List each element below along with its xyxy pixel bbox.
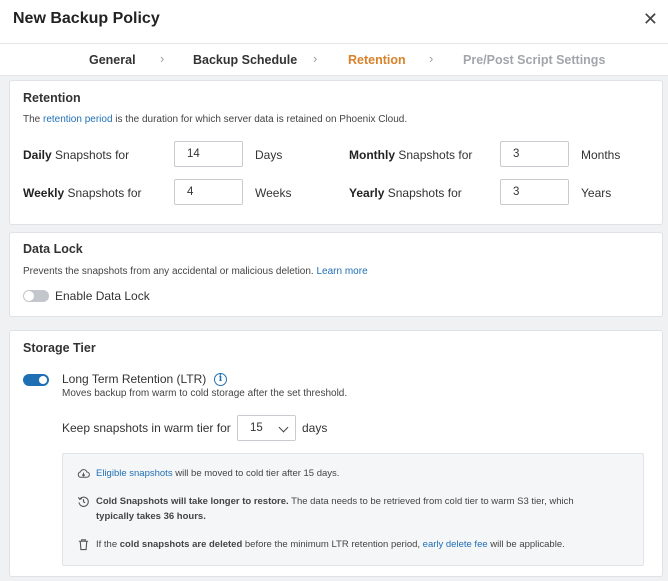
eligible-snapshots-link[interactable]: Eligible snapshots (96, 468, 173, 479)
note3-suffix: will be applicable. (490, 539, 565, 550)
monthly-bold: Monthly (349, 148, 395, 162)
chevron-right-icon: › (160, 51, 165, 66)
note2-text: The data needs to be retrieved from cold… (291, 496, 574, 507)
warm-tier-days-select[interactable]: 15 (237, 415, 296, 441)
cloud-download-icon (77, 469, 90, 478)
retention-title: Retention (23, 91, 81, 105)
ltr-toggle[interactable] (23, 374, 49, 386)
step-general[interactable]: General (89, 53, 136, 67)
step-retention[interactable]: Retention (348, 53, 406, 67)
desc-suffix: is the duration for which server data is… (115, 114, 408, 125)
data-lock-description: Prevents the snapshots from any accident… (23, 266, 368, 277)
dialog-header: New Backup Policy ✕ (0, 0, 668, 44)
data-lock-title: Data Lock (23, 242, 83, 256)
ltr-info-box: Eligible snapshots will be moved to cold… (62, 453, 644, 566)
weekly-unit: Weeks (255, 186, 292, 200)
daily-snapshots-input[interactable]: 14 (174, 141, 243, 167)
chevron-down-icon (278, 422, 289, 433)
desc-prefix: The (23, 114, 41, 125)
monthly-label: Monthly Snapshots for (349, 148, 472, 162)
warm-tier-label: Keep snapshots in warm tier for (62, 421, 231, 435)
weekly-bold: Weekly (23, 186, 65, 200)
ltr-description: Moves backup from warm to cold storage a… (62, 388, 348, 399)
trash-icon (78, 539, 89, 551)
data-lock-toggle-label: Enable Data Lock (55, 289, 150, 303)
storage-tier-title: Storage Tier (23, 341, 96, 355)
yearly-text: Snapshots for (387, 186, 462, 200)
chevron-right-icon: › (429, 51, 434, 66)
retention-description: The retention period is the duration for… (23, 114, 407, 125)
note-eligible: Eligible snapshots will be moved to cold… (96, 468, 339, 479)
storage-tier-card: Storage Tier Long Term Retention (LTR) i… (9, 330, 663, 577)
yearly-snapshots-input[interactable]: 3 (500, 179, 569, 205)
retention-card: Retention The retention period is the du… (9, 80, 663, 225)
note-cold-restore-2: typically takes 36 hours. (96, 511, 206, 522)
chevron-right-icon: › (313, 51, 318, 66)
weekly-label: Weekly Snapshots for (23, 186, 142, 200)
monthly-text: Snapshots for (398, 148, 473, 162)
info-icon[interactable]: i (214, 373, 227, 386)
weekly-text: Snapshots for (67, 186, 142, 200)
note3-mid: before the minimum LTR retention period, (244, 539, 421, 550)
yearly-bold: Yearly (349, 186, 385, 200)
daily-text: Snapshots for (55, 148, 130, 162)
daily-bold: Daily (23, 148, 52, 162)
toggle-knob (39, 376, 47, 384)
retention-period-link[interactable]: retention period (43, 114, 113, 125)
note3-bold: cold snapshots are deleted (119, 539, 243, 550)
close-icon[interactable]: ✕ (643, 9, 658, 30)
daily-label: Daily Snapshots for (23, 148, 129, 162)
early-delete-fee-link[interactable]: early delete fee (423, 539, 488, 550)
restore-clock-icon (77, 496, 89, 507)
ltr-label: Long Term Retention (LTR) (62, 372, 207, 386)
toggle-knob (24, 291, 34, 301)
learn-more-link[interactable]: Learn more (317, 266, 368, 277)
data-lock-card: Data Lock Prevents the snapshots from an… (9, 232, 663, 317)
data-lock-toggle[interactable] (23, 290, 49, 302)
step-backup-schedule[interactable]: Backup Schedule (193, 53, 297, 67)
monthly-snapshots-input[interactable]: 3 (500, 141, 569, 167)
step-pre-post-script[interactable]: Pre/Post Script Settings (463, 53, 605, 67)
note1-text: will be moved to cold tier after 15 days… (175, 468, 340, 479)
warm-tier-unit: days (302, 421, 328, 435)
monthly-unit: Months (581, 148, 621, 162)
data-lock-desc-text: Prevents the snapshots from any accident… (23, 266, 314, 277)
note2-bold: Cold Snapshots will take longer to resto… (96, 496, 289, 507)
note-cold-restore: Cold Snapshots will take longer to resto… (96, 496, 574, 507)
yearly-unit: Years (581, 186, 612, 200)
weekly-snapshots-input[interactable]: 4 (174, 179, 243, 205)
warm-tier-days-value: 15 (250, 422, 263, 434)
note-early-delete: If the cold snapshots are deleted before… (96, 539, 565, 550)
yearly-label: Yearly Snapshots for (349, 186, 462, 200)
dialog-title: New Backup Policy (13, 10, 160, 27)
daily-unit: Days (255, 148, 283, 162)
note2-bold2: typically takes 36 hours. (96, 511, 206, 522)
stepper: General › Backup Schedule › Retention › … (0, 44, 668, 76)
note3-prefix: If the (96, 539, 118, 550)
